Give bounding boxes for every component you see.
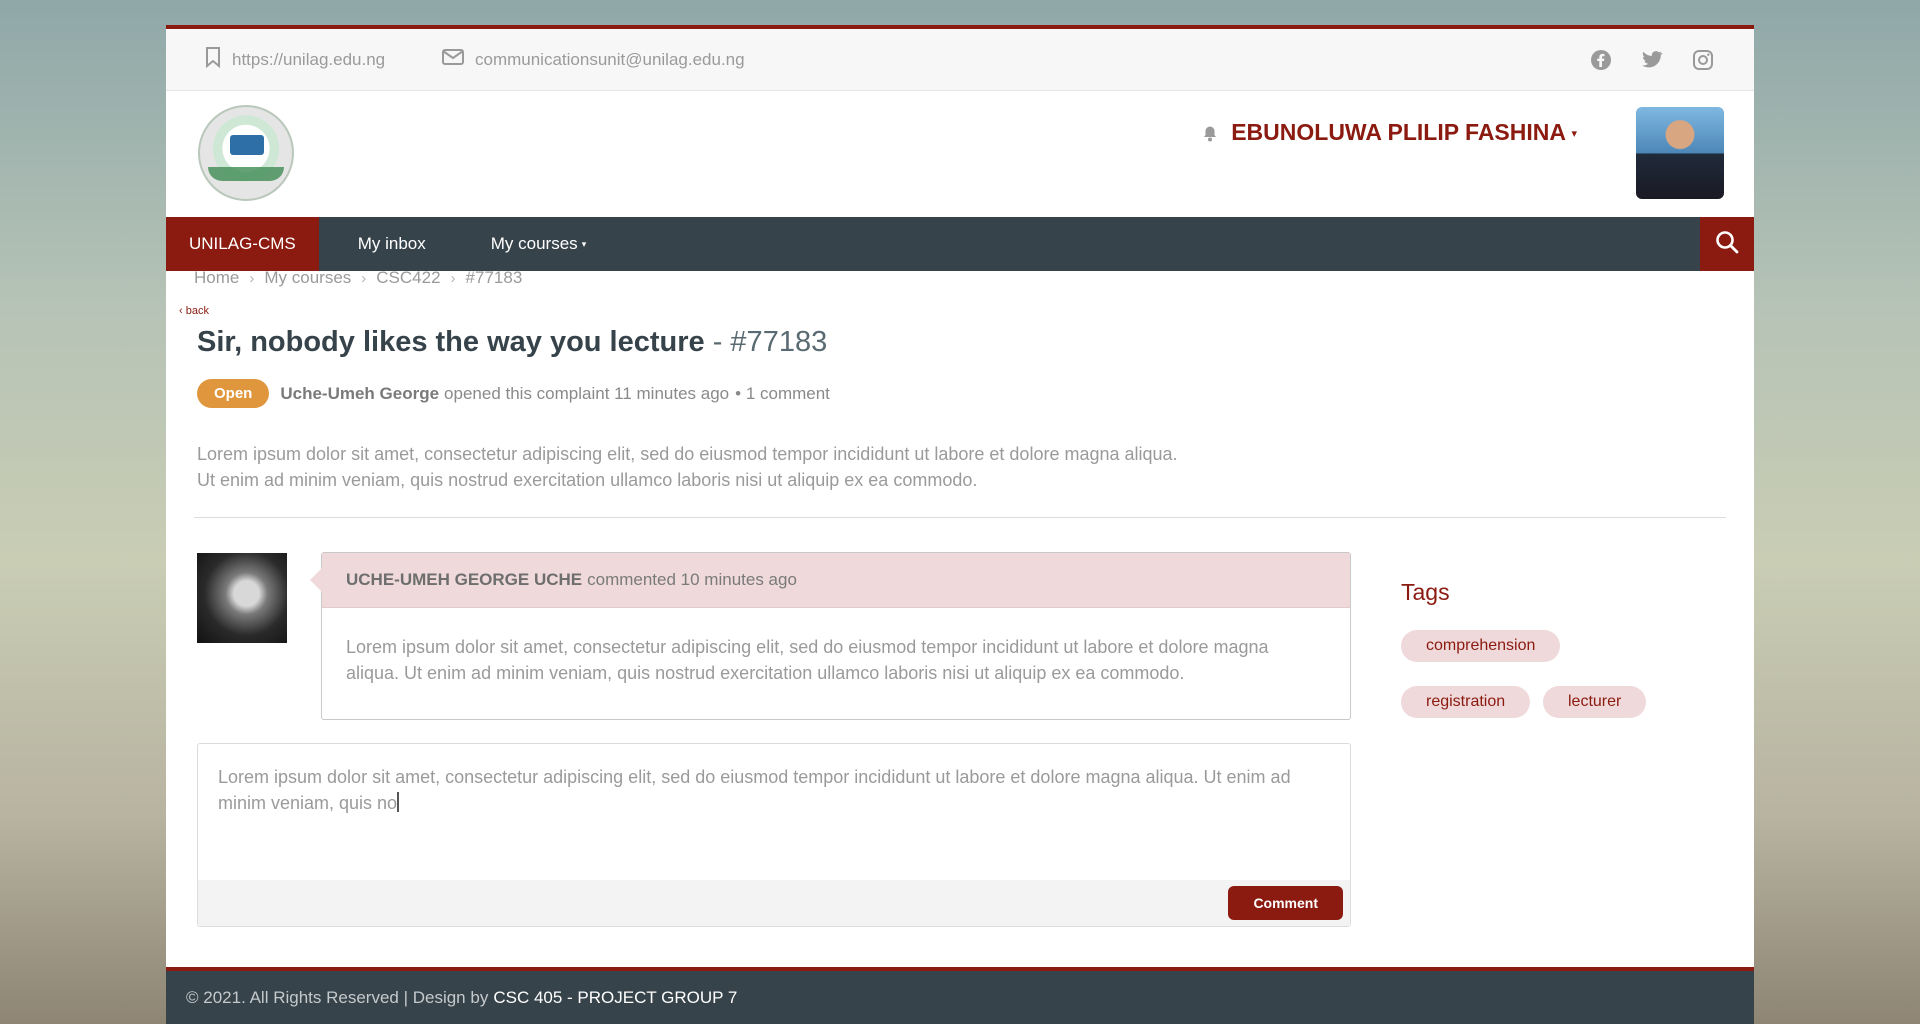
section-divider [194,517,1726,518]
chevron-right-icon: › [249,269,255,287]
comment-button[interactable]: Comment [1228,886,1343,920]
email-link[interactable]: communicationsunit@unilag.edu.ng [441,29,745,90]
logo-ribbon-graphic [208,167,284,181]
bell-icon[interactable] [1199,122,1221,149]
university-logo[interactable] [198,105,294,201]
complaint-meta: Open Uche-Umeh George opened this compla… [197,379,830,408]
comment-body: Lorem ipsum dolor sit amet, consectetur … [346,637,1269,683]
search-button[interactable] [1700,217,1754,271]
social-links [1563,29,1716,90]
back-link[interactable]: ‹ back [179,305,209,317]
tag-lecturer[interactable]: lecturer [1543,686,1647,718]
nav-inbox[interactable]: My inbox [319,217,426,271]
website-link[interactable]: https://unilag.edu.ng [204,29,385,90]
user-avatar[interactable] [1636,107,1724,199]
breadcrumb-course[interactable]: CSC422 [376,268,440,288]
comment-author[interactable]: UCHE-UMEH GEORGE UCHE [346,570,582,590]
tag-registration[interactable]: registration [1401,686,1531,718]
commenter-avatar[interactable] [197,553,287,643]
chevron-left-icon: ‹ [179,305,186,317]
search-icon [1714,229,1740,260]
envelope-icon [441,47,465,72]
comment-card: UCHE-UMEH GEORGE UCHE commented 10 minut… [310,552,1351,720]
chevron-right-icon: › [450,269,456,287]
nav-brand[interactable]: UNILAG-CMS [166,217,319,271]
website-text: https://unilag.edu.ng [232,49,386,69]
email-text: communicationsunit@unilag.edu.ng [475,49,745,69]
chevron-right-icon: › [361,269,367,287]
tags-heading: Tags [1401,579,1450,605]
complaint-description: Lorem ipsum dolor sit amet, consectetur … [197,444,1178,490]
user-name[interactable]: EBUNOLUWA PLILIP FASHINA [1231,119,1566,146]
text-cursor [397,792,399,812]
comment-time: commented 10 minutes ago [587,570,797,589]
user-menu-caret-icon[interactable]: ▾ [1571,127,1577,140]
facebook-icon[interactable] [1588,47,1614,73]
nav-courses-label: My courses [490,234,578,253]
main-nav: UNILAG-CMS My inbox My courses ▾ [166,217,1754,271]
breadcrumb-home[interactable]: Home [194,268,239,288]
twitter-icon[interactable] [1639,47,1665,73]
tag-comprehension[interactable]: comprehension [1401,630,1561,662]
reply-textarea[interactable]: Lorem ipsum dolor sit amet, consectetur … [198,744,1350,876]
reply-text-value: Lorem ipsum dolor sit amet, consectetur … [218,767,1291,813]
user-area: EBUNOLUWA PLILIP FASHINA ▾ [1124,91,1724,217]
breadcrumb-current: #77183 [465,268,523,287]
comment-header: UCHE-UMEH GEORGE UCHE commented 10 minut… [322,553,1350,608]
complaint-author[interactable]: Uche-Umeh George [280,384,439,404]
complaint-opened-text: opened this complaint 11 minutes ago [444,383,730,403]
bookmark-icon [204,46,222,73]
top-info-bar: https://unilag.edu.ng communicationsunit… [166,29,1754,91]
back-label: back [185,305,209,317]
comment-pointer [310,568,322,592]
site-header: EBUNOLUWA PLILIP FASHINA ▾ [166,91,1754,217]
breadcrumb-my-courses[interactable]: My courses [264,268,351,288]
logo-book-graphic [230,135,264,155]
nav-my-courses[interactable]: My courses ▾ [452,217,586,271]
breadcrumb: Home › My courses › CSC422 › #77183 [194,268,522,288]
complaint-number: - #77183 [712,326,828,358]
reply-box: Lorem ipsum dolor sit amet, consectetur … [197,743,1351,927]
site-footer: © 2021. All Rights Reserved | Design by … [166,967,1754,1024]
instagram-icon[interactable] [1690,47,1716,73]
complaint-title-text: Sir, nobody likes the way you lecture [197,326,705,358]
footer-copyright: © 2021. All Rights Reserved | Design by [186,987,489,1007]
comment-count: • 1 comment [735,383,830,403]
complaint-title: Sir, nobody likes the way you lecture - … [197,326,827,359]
footer-credit: CSC 405 - PROJECT GROUP 7 [493,987,738,1007]
status-badge: Open [197,379,270,408]
reply-footer: Comment [198,880,1350,926]
chevron-down-icon: ▾ [581,238,587,249]
nav-inbox-label: My inbox [357,234,426,253]
